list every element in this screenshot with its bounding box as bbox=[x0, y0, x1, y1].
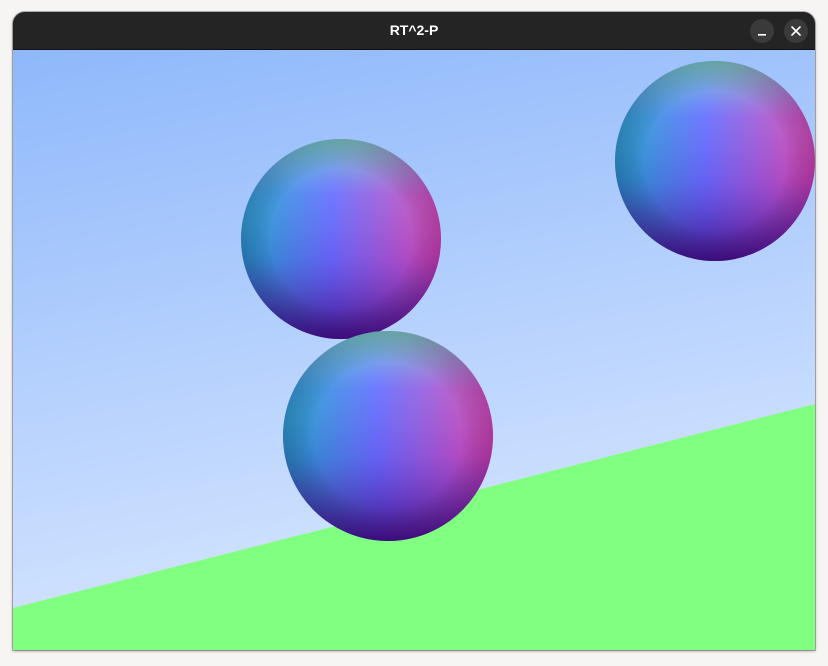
minimize-button[interactable] bbox=[750, 19, 774, 43]
close-button[interactable] bbox=[784, 19, 808, 43]
window-title: RT^2-P bbox=[389, 22, 439, 38]
title-bar[interactable]: RT^2-P bbox=[13, 12, 815, 50]
close-icon bbox=[791, 26, 801, 36]
sphere-top-right bbox=[615, 61, 815, 261]
sphere-lower bbox=[283, 331, 493, 541]
app-window: RT^2-P bbox=[13, 12, 815, 650]
render-viewport[interactable] bbox=[13, 50, 815, 650]
render-canvas bbox=[13, 50, 815, 650]
minimize-icon bbox=[758, 34, 766, 36]
sphere-upper bbox=[241, 139, 441, 339]
